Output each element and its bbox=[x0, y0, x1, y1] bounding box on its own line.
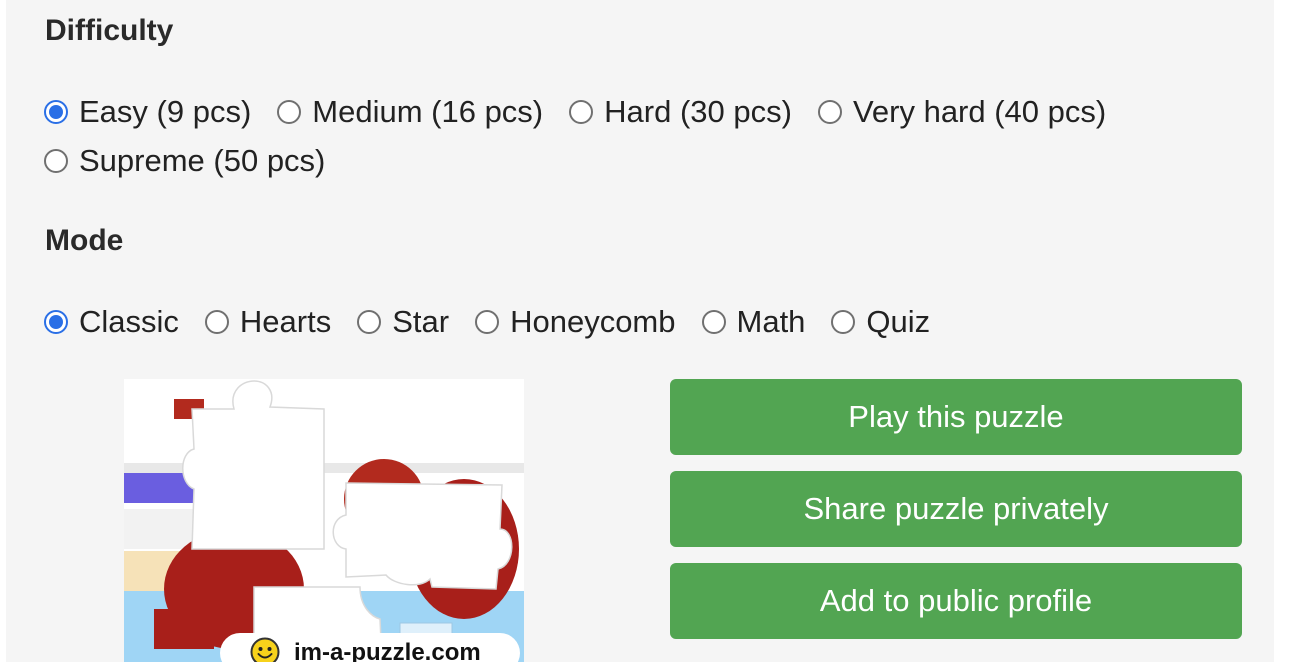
add-to-profile-button[interactable]: Add to public profile bbox=[670, 563, 1242, 639]
smiley-icon bbox=[250, 637, 280, 662]
radio-very-hard[interactable] bbox=[817, 100, 842, 124]
mode-option-label: Honeycomb bbox=[510, 304, 676, 339]
radio-hard[interactable] bbox=[569, 100, 594, 124]
mode-option-classic[interactable]: Classic bbox=[44, 304, 179, 340]
mode-option-star[interactable]: Star bbox=[357, 304, 449, 340]
radio-honeycomb[interactable] bbox=[475, 310, 500, 334]
mode-option-math[interactable]: Math bbox=[701, 304, 806, 340]
difficulty-option-supreme[interactable]: Supreme (50 pcs) bbox=[44, 143, 325, 179]
mode-option-hearts[interactable]: Hearts bbox=[204, 304, 332, 340]
difficulty-option-label: Supreme (50 pcs) bbox=[79, 143, 326, 178]
play-puzzle-button[interactable]: Play this puzzle bbox=[670, 379, 1242, 455]
mode-option-label: Star bbox=[392, 304, 450, 339]
mode-option-label: Quiz bbox=[866, 304, 931, 339]
difficulty-option-label: Easy (9 pcs) bbox=[79, 94, 252, 129]
radio-star[interactable] bbox=[357, 310, 382, 334]
difficulty-option-label: Very hard (40 pcs) bbox=[852, 94, 1107, 129]
radio-quiz[interactable] bbox=[831, 310, 856, 334]
mode-option-label: Hearts bbox=[239, 304, 332, 339]
difficulty-option-label: Medium (16 pcs) bbox=[312, 94, 544, 129]
difficulty-heading: Difficulty bbox=[45, 14, 174, 47]
mode-option-honeycomb[interactable]: Honeycomb bbox=[475, 304, 676, 340]
difficulty-options-row-1: Easy (9 pcs) Medium (16 pcs) Hard (30 pc… bbox=[44, 94, 1132, 130]
radio-classic[interactable] bbox=[44, 310, 68, 334]
mode-option-label: Math bbox=[736, 304, 806, 339]
share-privately-button[interactable]: Share puzzle privately bbox=[670, 471, 1242, 547]
mode-options-row: Classic Hearts Star Honeycomb Math Quiz bbox=[44, 304, 956, 340]
difficulty-option-label: Hard (30 pcs) bbox=[604, 94, 792, 129]
puzzle-preview-graphic bbox=[124, 379, 524, 662]
mode-option-label: Classic bbox=[79, 304, 179, 339]
radio-supreme[interactable] bbox=[44, 149, 68, 173]
difficulty-option-medium[interactable]: Medium (16 pcs) bbox=[277, 94, 543, 130]
radio-medium[interactable] bbox=[277, 100, 302, 124]
difficulty-options-row-2: Supreme (50 pcs) bbox=[44, 143, 351, 179]
radio-hearts[interactable] bbox=[204, 310, 229, 334]
radio-math[interactable] bbox=[701, 310, 726, 334]
puzzle-preview-image: im-a-puzzle.com bbox=[124, 379, 524, 662]
watermark-text: im-a-puzzle.com bbox=[294, 639, 481, 662]
mode-heading: Mode bbox=[45, 224, 124, 257]
difficulty-option-easy[interactable]: Easy (9 pcs) bbox=[44, 94, 251, 130]
mode-option-quiz[interactable]: Quiz bbox=[831, 304, 930, 340]
difficulty-option-hard[interactable]: Hard (30 pcs) bbox=[569, 94, 792, 130]
radio-easy[interactable] bbox=[44, 100, 68, 124]
difficulty-option-very-hard[interactable]: Very hard (40 pcs) bbox=[817, 94, 1107, 130]
